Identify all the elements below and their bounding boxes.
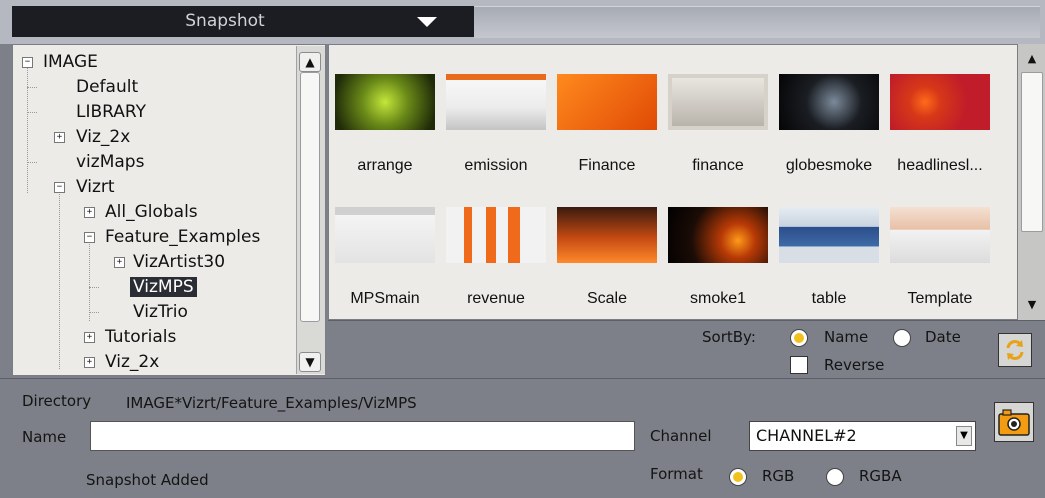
format-rgb-radio[interactable]	[729, 468, 747, 486]
collapse-icon[interactable]: −	[84, 232, 95, 243]
thumbnail-table[interactable]	[779, 207, 879, 263]
thumbnail-finance-lower[interactable]	[668, 74, 768, 130]
format-label: Format	[650, 465, 703, 483]
thumbnail-label: table	[811, 290, 847, 307]
thumbnail-headlines[interactable]	[890, 74, 990, 130]
tree-item-library[interactable]: LIBRARY	[76, 100, 146, 124]
thumbnail-label: revenue	[467, 290, 525, 307]
thumbnail-finance-upper[interactable]	[557, 74, 657, 130]
tree-scroll-thumb[interactable]	[300, 72, 320, 322]
tree-item-tutorials[interactable]: Tutorials	[105, 325, 176, 349]
chevron-down-icon[interactable]: ▼	[956, 426, 972, 446]
channel-label: Channel	[650, 427, 712, 445]
thumbnail-label: Template	[907, 290, 973, 307]
panel-title: Snapshot	[185, 11, 265, 31]
expand-icon[interactable]: +	[84, 207, 95, 218]
sort-date-label: Date	[925, 328, 961, 346]
thumbnail-template[interactable]	[890, 207, 990, 263]
thumbnail-label: headlinesl...	[897, 157, 983, 174]
directory-label: Directory	[22, 392, 92, 410]
tree-item-default[interactable]: Default	[76, 75, 138, 99]
scroll-down-icon[interactable]: ▼	[299, 352, 321, 372]
thumbnail-grid: arrange emission Finance finance globesm…	[328, 44, 1018, 320]
refresh-icon	[1006, 340, 1024, 360]
tree-item-viz2x-sub[interactable]: Viz_2x	[105, 350, 159, 374]
format-rgb-label: RGB	[762, 467, 795, 485]
reverse-checkbox[interactable]	[790, 356, 808, 374]
sort-date-radio[interactable]	[893, 329, 911, 347]
thumbnail-label: MPSmain	[350, 290, 420, 307]
scroll-up-icon[interactable]: ▲	[1023, 52, 1041, 66]
thumbnail-label: Finance	[578, 157, 636, 174]
status-text: Snapshot Added	[86, 471, 209, 489]
tree-item-viz2x[interactable]: Viz_2x	[76, 125, 130, 149]
tree-item-feature-examples[interactable]: Feature_Examples	[105, 225, 260, 249]
tree-item-vizartist30[interactable]: VizArtist30	[133, 250, 225, 274]
thumbnail-scale[interactable]	[557, 207, 657, 263]
expand-icon[interactable]: +	[114, 257, 125, 268]
directory-tree[interactable]: − IMAGE Default LIBRARY + Viz_2x vizMaps…	[12, 44, 326, 376]
collapse-icon[interactable]: −	[22, 57, 33, 68]
tree-item-image[interactable]: IMAGE	[43, 50, 98, 74]
thumbnail-smoke1[interactable]	[668, 207, 768, 263]
thumbnail-globesmoke[interactable]	[779, 74, 879, 130]
tree-item-vizrt[interactable]: Vizrt	[76, 175, 115, 199]
name-input[interactable]	[90, 421, 635, 451]
expand-icon[interactable]: +	[84, 357, 95, 368]
format-rgba-label: RGBA	[859, 467, 902, 485]
thumbnail-label: Scale	[586, 290, 628, 307]
thumbnail-label: globesmoke	[785, 157, 873, 174]
thumbnail-arrange[interactable]	[335, 74, 435, 130]
collapse-icon[interactable]: −	[54, 182, 65, 193]
thumbnail-scroll-thumb[interactable]	[1021, 72, 1043, 232]
capture-snapshot-button[interactable]	[994, 402, 1034, 442]
scroll-up-icon[interactable]: ▲	[299, 52, 321, 72]
channel-select[interactable]: CHANNEL#2	[749, 421, 976, 451]
scroll-down-icon[interactable]: ▼	[1023, 298, 1041, 312]
sort-label: SortBy:	[702, 328, 756, 346]
tree-item-vizmps[interactable]: VizMPS	[130, 275, 197, 299]
thumbnail-emission[interactable]	[446, 74, 546, 130]
header-fill	[474, 6, 1040, 38]
title-dropdown-icon[interactable]	[417, 17, 437, 27]
thumbnail-label: smoke1	[689, 290, 747, 307]
sort-name-label: Name	[824, 328, 869, 346]
name-label: Name	[22, 428, 67, 446]
format-rgba-radio[interactable]	[826, 468, 844, 486]
thumbnail-revenue[interactable]	[446, 207, 546, 263]
directory-path: IMAGE*Vizrt/Feature_Examples/VizMPS	[126, 394, 417, 412]
tree-item-all-globals[interactable]: All_Globals	[105, 200, 198, 224]
thumbnail-label: emission	[464, 157, 528, 174]
sort-name-radio[interactable]	[790, 329, 808, 347]
tree-item-vizmaps[interactable]: vizMaps	[76, 150, 144, 174]
camera-icon	[998, 409, 1030, 436]
thumbnail-label: arrange	[357, 157, 413, 174]
thumbnail-label: finance	[692, 157, 744, 174]
expand-icon[interactable]: +	[54, 132, 65, 143]
thumbnail-mpsmain[interactable]	[335, 207, 435, 263]
reverse-label: Reverse	[824, 356, 885, 374]
refresh-button[interactable]	[998, 333, 1032, 367]
tree-item-viztrio[interactable]: VizTrio	[133, 300, 188, 324]
expand-icon[interactable]: +	[84, 332, 95, 343]
selected-item-label[interactable]: VizMPS	[130, 277, 197, 297]
